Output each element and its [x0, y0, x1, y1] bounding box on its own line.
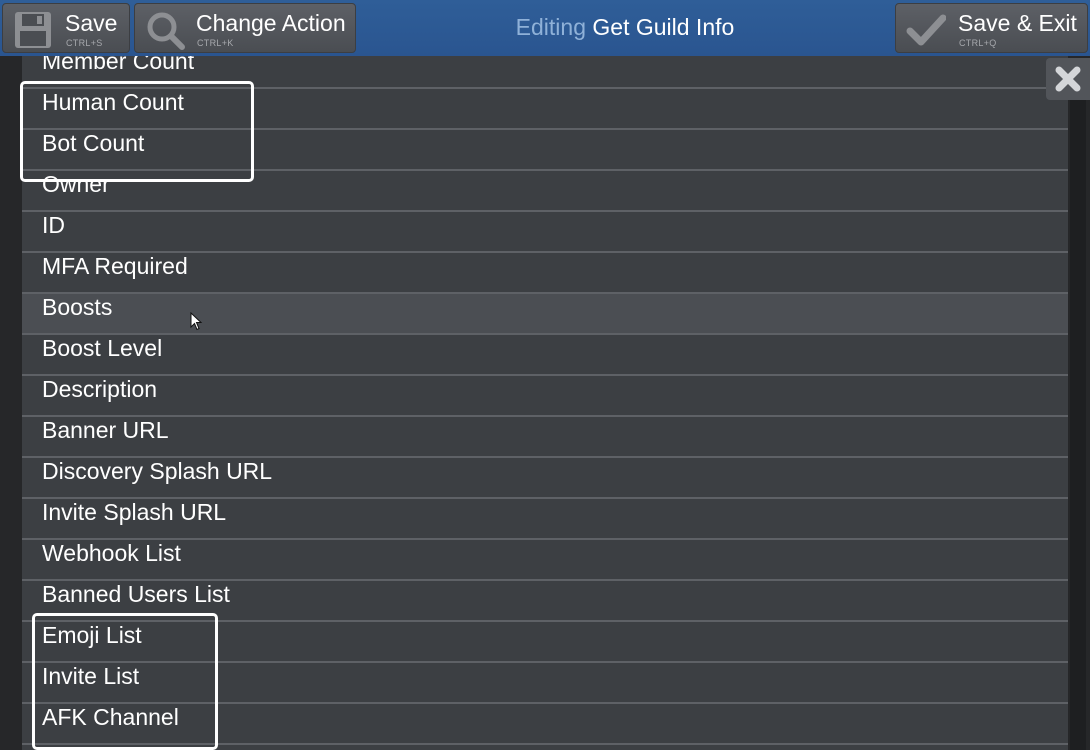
list-item-label: ID	[42, 212, 65, 238]
list-item-label: Banned Users List	[42, 581, 230, 607]
scrollbar-track[interactable]	[1070, 100, 1086, 750]
list-item-human-count[interactable]: Human Count	[22, 89, 1068, 130]
change-action-shortcut: CTRL+K	[197, 38, 234, 48]
list-item-banned-users-list[interactable]: Banned Users List	[22, 581, 1068, 622]
list-item-id[interactable]: ID	[22, 212, 1068, 253]
save-exit-button[interactable]: Save & Exit CTRL+Q	[895, 3, 1088, 53]
list-item-label: Banner URL	[42, 417, 169, 443]
list-item-boosts[interactable]: Boosts	[22, 294, 1068, 335]
list-item-webhook-list[interactable]: Webhook List	[22, 540, 1068, 581]
list-item-label: Description	[42, 376, 158, 402]
list-item-label: Bot Count	[42, 130, 145, 156]
list-item-label: Webhook List	[42, 540, 181, 566]
list-item-description[interactable]: Description	[22, 376, 1068, 417]
list-item-label: AFK Channel	[42, 704, 179, 730]
list-item-invite-list[interactable]: Invite List	[22, 663, 1068, 704]
left-gutter	[0, 56, 22, 750]
title-prefix: Editing	[515, 14, 586, 40]
save-button[interactable]: Save CTRL+S	[2, 3, 130, 53]
save-exit-label: Save & Exit	[958, 10, 1077, 36]
change-action-label: Change Action	[196, 10, 346, 36]
list-item-owner[interactable]: Owner	[22, 171, 1068, 212]
list-item-emoji-list[interactable]: Emoji List	[22, 622, 1068, 663]
list-item-label: Boosts	[42, 294, 113, 320]
list-item-label: Invite Splash URL	[42, 499, 227, 525]
top-toolbar: Save CTRL+S Change Action CTRL+K Editing…	[0, 0, 1090, 56]
list-item-label: MFA Required	[42, 253, 188, 279]
list-item-label: Discovery Splash URL	[42, 458, 273, 484]
list-item-label: Owner	[42, 171, 110, 197]
close-button[interactable]	[1046, 58, 1090, 100]
scrollbar[interactable]	[1068, 56, 1090, 750]
list-item-afk-channel[interactable]: AFK Channel	[22, 704, 1068, 745]
save-shortcut: CTRL+S	[66, 38, 103, 48]
list-item-banner-url[interactable]: Banner URL	[22, 417, 1068, 458]
magnifier-icon	[147, 12, 185, 50]
save-label: Save	[65, 10, 118, 36]
page-title: Editing Get Guild Info	[360, 14, 890, 41]
list-item-label: Emoji List	[42, 622, 142, 648]
list-item-discovery-splash-url[interactable]: Discovery Splash URL	[22, 458, 1068, 499]
floppy-disk-icon	[15, 12, 51, 48]
save-exit-shortcut: CTRL+Q	[959, 38, 997, 48]
list-item-label: Human Count	[42, 89, 184, 115]
title-action-name: Get Guild Info	[592, 14, 735, 40]
change-action-button[interactable]: Change Action CTRL+K	[134, 3, 356, 53]
list-item-label: Invite List	[42, 663, 140, 689]
option-list: Member Count Human Count Bot Count Owner ID M…	[22, 56, 1068, 750]
list-item-boost-level[interactable]: Boost Level	[22, 335, 1068, 376]
list-item-label: Member Count	[42, 56, 195, 74]
checkmark-icon	[906, 14, 946, 46]
close-x-icon	[1055, 66, 1081, 92]
list-item-label: Boost Level	[42, 335, 163, 361]
list-item-bot-count[interactable]: Bot Count	[22, 130, 1068, 171]
list-item-invite-splash-url[interactable]: Invite Splash URL	[22, 499, 1068, 540]
list-item-member-count[interactable]: Member Count	[22, 56, 1068, 89]
list-item-mfa-required[interactable]: MFA Required	[22, 253, 1068, 294]
